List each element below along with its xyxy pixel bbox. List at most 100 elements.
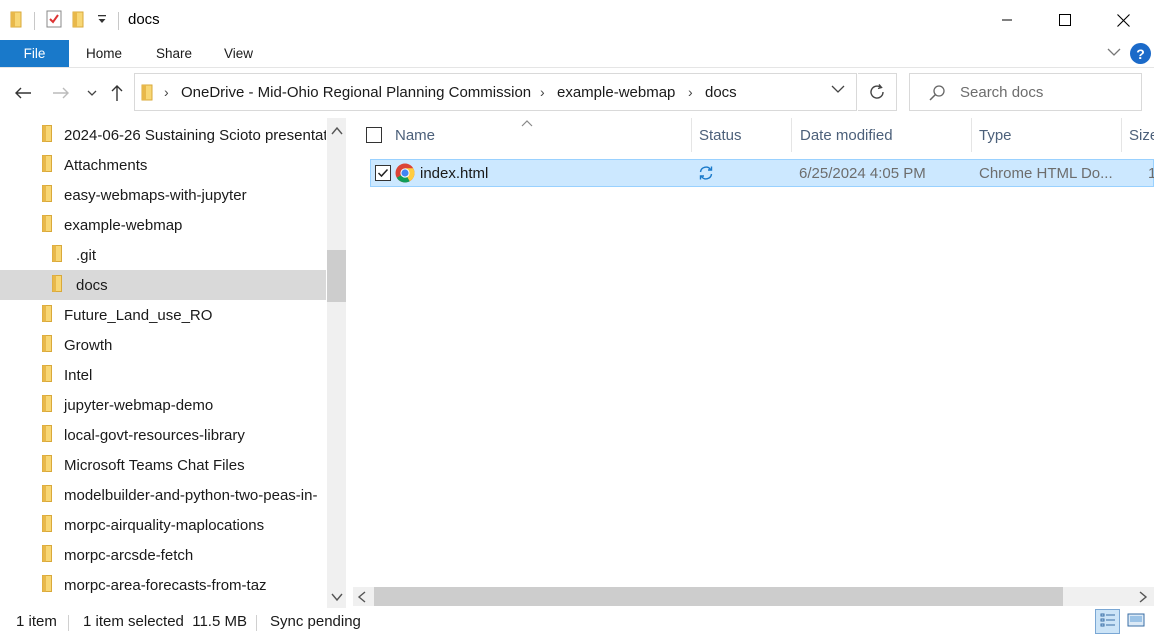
column-divider[interactable] <box>691 118 692 152</box>
ribbon: File Home Share View ? <box>0 40 1154 68</box>
nav-tree-item[interactable]: example-webmap <box>0 210 326 240</box>
nav-tree-item-label: morpc-area-forecasts-from-taz <box>64 576 267 594</box>
column-divider[interactable] <box>791 118 792 152</box>
folder-icon <box>42 304 52 326</box>
folder-icon <box>42 514 52 536</box>
column-header-size[interactable]: Size <box>1129 118 1154 152</box>
nav-tree-item-label: Intel <box>64 366 93 384</box>
nav-tree-item-label: morpc-airquality-maplocations <box>64 516 265 534</box>
nav-tree-item[interactable]: Growth <box>0 330 326 360</box>
help-icon[interactable]: ? <box>1130 43 1151 64</box>
nav-tree-item-label: Microsoft Teams Chat Files <box>64 456 245 474</box>
select-all-checkbox[interactable] <box>366 127 382 147</box>
nav-tree-item[interactable]: Future_Land_use_RO <box>0 300 326 330</box>
nav-tree-item-label: easy-webmaps-with-jupyter <box>64 186 247 204</box>
breadcrumb-separator[interactable]: › <box>688 84 693 100</box>
nav-tree-item[interactable]: Microsoft Teams Chat Files <box>0 450 326 480</box>
column-header-name[interactable]: Name <box>395 118 435 152</box>
folder-icon <box>42 154 52 176</box>
column-header-date-modified[interactable]: Date modified <box>800 118 893 152</box>
large-icons-view-button[interactable] <box>1123 609 1148 634</box>
scroll-right-icon[interactable] <box>1138 591 1148 607</box>
column-divider[interactable] <box>1121 118 1122 152</box>
scroll-down-icon[interactable] <box>331 590 343 606</box>
sync-pending-icon <box>698 165 714 185</box>
nav-tree-item[interactable]: easy-webmaps-with-jupyter <box>0 180 326 210</box>
nav-tree-item-label: Future_Land_use_RO <box>64 306 213 324</box>
recent-locations-button[interactable] <box>84 80 100 106</box>
nav-tree-item[interactable]: 2024-06-26 Sustaining Scioto presentati <box>0 120 326 150</box>
nav-tree-item[interactable]: .git <box>0 240 326 270</box>
details-view-button[interactable] <box>1095 609 1120 634</box>
nav-tree-item-label: morpc-arcsde-fetch <box>64 546 194 564</box>
folder-icon <box>42 544 52 566</box>
folder-icon <box>52 274 62 296</box>
nav-tree-item[interactable]: modelbuilder-and-python-two-peas-in- <box>0 480 326 510</box>
divider <box>68 615 69 631</box>
folder-icon <box>42 214 52 236</box>
title-bar: docs <box>0 0 1154 40</box>
nav-tree-item[interactable]: morpc-airquality-maplocations <box>0 510 326 540</box>
chrome-icon <box>395 163 415 187</box>
nav-scrollbar[interactable] <box>327 118 346 608</box>
row-checkbox[interactable] <box>375 165 391 185</box>
tab-share[interactable]: Share <box>156 40 192 67</box>
tab-view[interactable]: View <box>224 40 253 67</box>
file-list-scrollbar-thumb[interactable] <box>374 587 1063 606</box>
nav-tree-item-label: 2024-06-26 Sustaining Scioto presentati <box>64 126 326 144</box>
nav-tree-item[interactable]: local-govt-resources-library <box>0 420 326 450</box>
file-row[interactable]: index.html 6/25/2024 4:05 PM Chrome HTML… <box>370 159 1154 187</box>
nav-tree-item-label: example-webmap <box>64 216 183 234</box>
nav-tree-item-label: local-govt-resources-library <box>64 426 245 444</box>
address-bar[interactable]: › OneDrive - Mid-Ohio Regional Planning … <box>134 73 857 111</box>
back-button[interactable] <box>10 80 36 106</box>
nav-scrollbar-thumb[interactable] <box>327 250 346 302</box>
divider <box>256 615 257 631</box>
sync-status: Sync pending <box>270 613 361 630</box>
breadcrumb-separator[interactable]: › <box>540 84 545 100</box>
nav-tree-item-label: docs <box>76 276 108 294</box>
forward-button[interactable] <box>48 80 74 106</box>
expand-ribbon-icon[interactable] <box>1106 45 1122 63</box>
folder-icon <box>42 424 52 446</box>
folder-icon <box>52 244 62 266</box>
close-button[interactable] <box>1094 0 1152 40</box>
file-date-modified: 6/25/2024 4:05 PM <box>799 165 926 182</box>
nav-tree-item-label: modelbuilder-and-python-two-peas-in- <box>64 486 318 504</box>
nav-tree-item[interactable]: jupyter-webmap-demo <box>0 390 326 420</box>
search-icon <box>928 84 946 106</box>
nav-tree-item[interactable]: Intel <box>0 360 326 390</box>
new-folder-icon[interactable] <box>72 10 86 32</box>
scroll-left-icon[interactable] <box>357 591 367 607</box>
details-view-icon <box>1100 613 1116 631</box>
maximize-button[interactable] <box>1036 0 1094 40</box>
tab-home[interactable]: Home <box>86 40 122 67</box>
scroll-up-icon[interactable] <box>331 124 343 140</box>
item-count: 1 item <box>16 613 57 630</box>
folder-icon <box>42 574 52 596</box>
tab-file[interactable]: File <box>0 40 69 67</box>
file-type: Chrome HTML Do... <box>979 165 1113 182</box>
address-history-dropdown[interactable] <box>830 83 846 99</box>
breadcrumb-docs[interactable]: docs <box>705 84 737 101</box>
properties-icon[interactable] <box>46 10 62 32</box>
nav-tree-item[interactable]: morpc-area-forecasts-from-taz <box>0 570 326 600</box>
breadcrumb-separator[interactable]: › <box>164 84 169 100</box>
selection-info: 1 item selected 11.5 MB <box>83 613 247 630</box>
customize-toolbar-icon[interactable] <box>97 13 107 29</box>
nav-tree-item[interactable]: docs <box>0 270 326 300</box>
refresh-button[interactable] <box>858 73 897 111</box>
search-box[interactable]: Search docs <box>909 73 1142 111</box>
column-header-type[interactable]: Type <box>979 118 1012 152</box>
search-input[interactable]: Search docs <box>960 84 1043 101</box>
nav-tree-item-label: Attachments <box>64 156 148 174</box>
up-button[interactable] <box>106 80 128 106</box>
folder-icon <box>42 394 52 416</box>
column-divider[interactable] <box>971 118 972 152</box>
minimize-button[interactable] <box>978 0 1036 40</box>
breadcrumb-example-webmap[interactable]: example-webmap <box>557 84 675 101</box>
nav-tree-item[interactable]: morpc-arcsde-fetch <box>0 540 326 570</box>
breadcrumb-onedrive[interactable]: OneDrive - Mid-Ohio Regional Planning Co… <box>181 84 531 101</box>
column-header-status[interactable]: Status <box>699 118 742 152</box>
nav-tree-item[interactable]: Attachments <box>0 150 326 180</box>
